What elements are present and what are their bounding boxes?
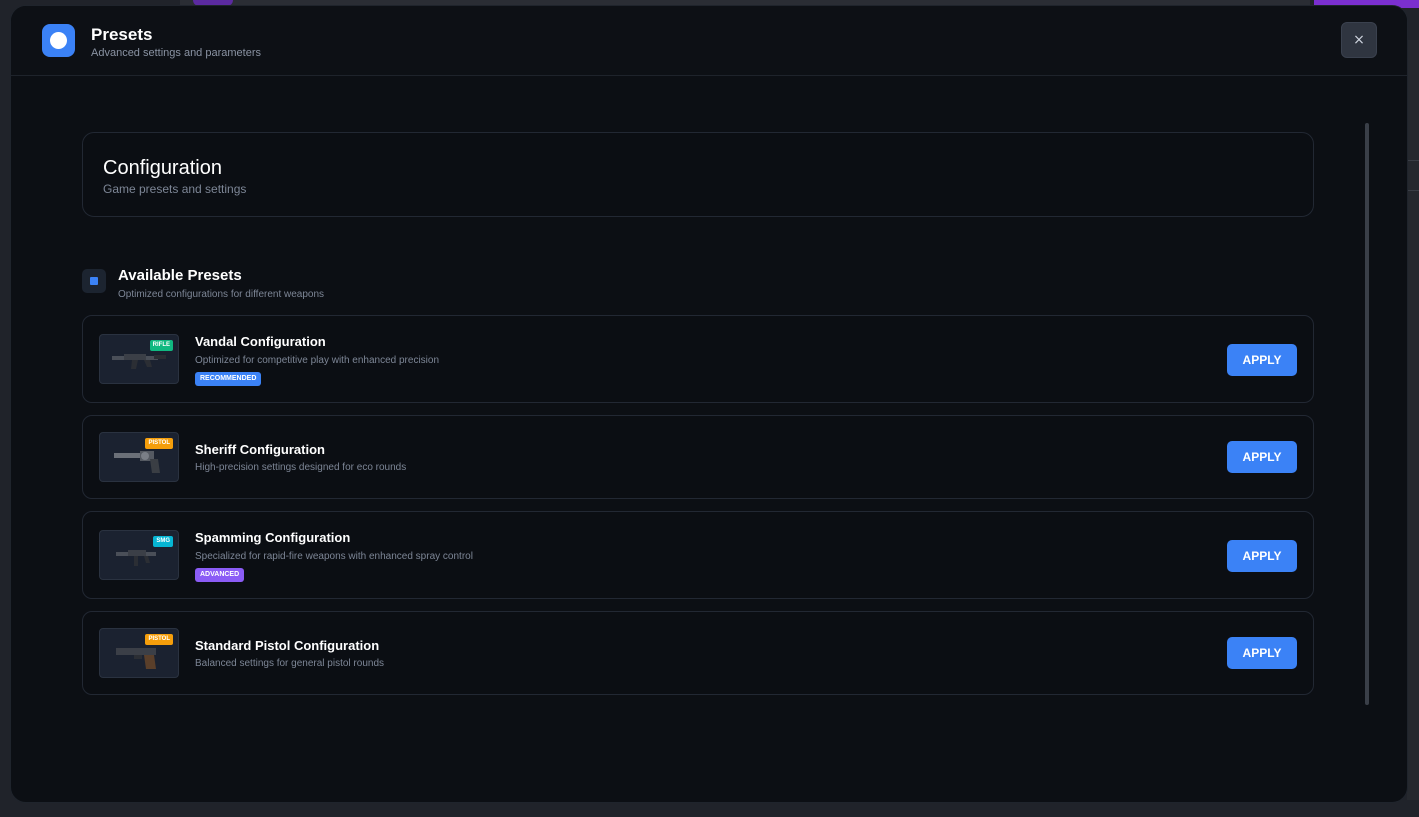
app-logo-icon [42, 24, 75, 57]
preset-name: Spamming Configuration [195, 530, 351, 545]
preset-name: Vandal Configuration [195, 334, 326, 349]
presets-modal: Presets Advanced settings and parameters… [10, 5, 1408, 803]
modal-title: Presets [91, 25, 153, 44]
close-icon: × [1353, 32, 1365, 48]
section-subtitle: Optimized configurations for different w… [118, 289, 325, 300]
background-side-panel [1407, 40, 1419, 800]
configuration-card: Configuration Game presets and settings [82, 132, 1314, 217]
weapon-type-tag: SMG [153, 536, 173, 547]
weapon-type-tag: PISTOL [145, 634, 173, 645]
revolver-icon: PISTOL [99, 432, 179, 482]
preset-description: Balanced settings for general pistol rou… [195, 658, 385, 669]
weapon-type-tag: RIFLE [149, 340, 173, 351]
weapon-type-tag: PISTOL [145, 438, 173, 449]
preset-card-vandal: RIFLE Vandal Configuration Optimized for… [82, 315, 1314, 403]
pistol-icon: PISTOL [99, 628, 179, 678]
apply-button-spamming[interactable]: APPLY [1227, 540, 1297, 572]
smg-icon: SMG [99, 530, 179, 580]
modal-header: Presets Advanced settings and parameters… [11, 6, 1407, 76]
configuration-subtitle: Game presets and settings [103, 182, 247, 196]
scrollbar-thumb[interactable] [1365, 123, 1369, 705]
background-divider [1407, 190, 1419, 191]
close-button[interactable]: × [1341, 22, 1377, 58]
background-divider [1407, 160, 1419, 161]
section-title: Available Presets [118, 267, 242, 284]
preset-card-standard-pistol: PISTOL Standard Pistol Configuration Bal… [82, 611, 1314, 695]
preset-name: Standard Pistol Configuration [195, 638, 380, 653]
apply-button-sheriff[interactable]: APPLY [1227, 441, 1297, 473]
preset-name: Sheriff Configuration [195, 442, 325, 457]
preset-card-spamming: SMG Spamming Configuration Specialized f… [82, 511, 1314, 599]
preset-description: Optimized for competitive play with enha… [195, 355, 440, 366]
apply-button-vandal[interactable]: APPLY [1227, 344, 1297, 376]
preset-description: Specialized for rapid-fire weapons with … [195, 551, 473, 562]
advanced-badge: ADVANCED [195, 568, 245, 582]
modal-content: Configuration Game presets and settings … [11, 77, 1407, 802]
recommended-badge: RECOMMENDED [195, 372, 262, 386]
scrollbar[interactable] [1365, 123, 1369, 705]
rifle-icon: RIFLE [99, 334, 179, 384]
preset-card-sheriff: PISTOL Sheriff Configuration High-precis… [82, 415, 1314, 499]
preset-description: High-precision settings designed for eco… [195, 462, 407, 473]
apply-button-standard-pistol[interactable]: APPLY [1227, 637, 1297, 669]
presets-section-icon [82, 269, 106, 293]
modal-subtitle: Advanced settings and parameters [91, 47, 261, 59]
configuration-title: Configuration [103, 157, 222, 179]
